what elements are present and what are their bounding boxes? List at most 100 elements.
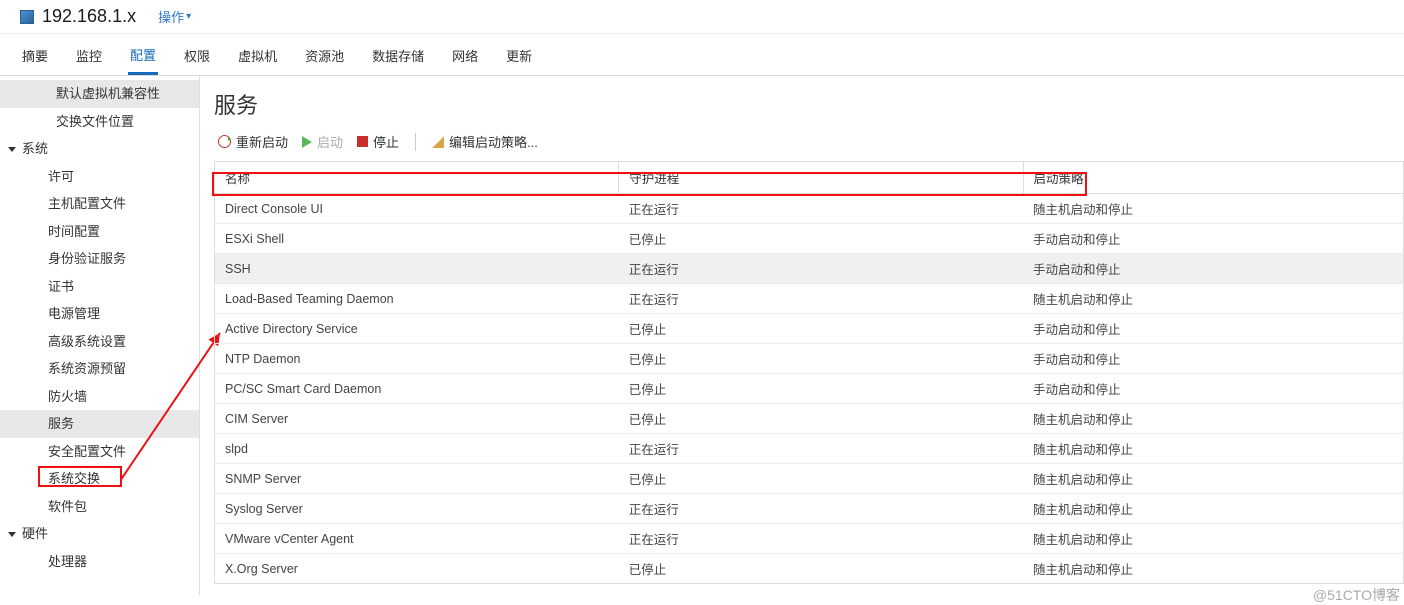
table-cell: 手动启动和停止: [1023, 374, 1404, 404]
table-row[interactable]: SNMP Server已停止随主机启动和停止: [215, 464, 1404, 494]
sidebar-item-防火墙[interactable]: 防火墙: [0, 383, 199, 411]
table-cell: 正在运行: [619, 494, 1023, 524]
table-row[interactable]: ESXi Shell已停止手动启动和停止: [215, 224, 1404, 254]
host-name: 192.168.1.x: [42, 6, 136, 27]
sidebar-item-软件包[interactable]: 软件包: [0, 493, 199, 521]
sidebar-item-服务[interactable]: 服务: [0, 410, 199, 438]
sidebar-item-系统交换[interactable]: 系统交换: [0, 465, 199, 493]
edit-policy-button[interactable]: 编辑启动策略...: [428, 132, 542, 151]
table-row[interactable]: Direct Console UI正在运行随主机启动和停止: [215, 194, 1404, 224]
table-row[interactable]: Active Directory Service已停止手动启动和停止: [215, 314, 1404, 344]
tab-配置[interactable]: 配置: [128, 34, 158, 75]
restart-icon: [218, 135, 231, 148]
table-cell: Syslog Server: [215, 494, 619, 524]
actions-label: 操作: [158, 7, 184, 26]
column-header[interactable]: 名称: [215, 162, 619, 194]
toolbar: 重新启动 启动 停止 编辑启动策略...: [214, 130, 1404, 159]
tab-监控[interactable]: 监控: [74, 35, 104, 75]
sidebar-item-系统资源预留[interactable]: 系统资源预留: [0, 355, 199, 383]
sidebar-item-处理器[interactable]: 处理器: [0, 548, 199, 576]
stop-label: 停止: [373, 132, 399, 151]
sidebar-item-证书[interactable]: 证书: [0, 273, 199, 301]
sidebar-item-身份验证服务[interactable]: 身份验证服务: [0, 245, 199, 273]
table-cell: Active Directory Service: [215, 314, 619, 344]
table-cell: 正在运行: [619, 254, 1023, 284]
table-row[interactable]: CIM Server已停止随主机启动和停止: [215, 404, 1404, 434]
tab-虚拟机[interactable]: 虚拟机: [236, 35, 279, 75]
page-title: 服务: [214, 88, 1404, 120]
tab-网络[interactable]: 网络: [450, 35, 480, 75]
table-row[interactable]: VMware vCenter Agent正在运行随主机启动和停止: [215, 524, 1404, 554]
table-cell: 随主机启动和停止: [1023, 524, 1404, 554]
sidebar-item-电源管理[interactable]: 电源管理: [0, 300, 199, 328]
table-cell: 随主机启动和停止: [1023, 284, 1404, 314]
table-cell: 已停止: [619, 374, 1023, 404]
sidebar-item-硬件[interactable]: 硬件: [0, 520, 199, 548]
table-cell: 手动启动和停止: [1023, 254, 1404, 284]
column-header[interactable]: 守护进程: [619, 162, 1023, 194]
table-row[interactable]: NTP Daemon已停止手动启动和停止: [215, 344, 1404, 374]
services-table: 名称守护进程启动策略 Direct Console UI正在运行随主机启动和停止…: [214, 161, 1404, 584]
table-cell: X.Org Server: [215, 554, 619, 584]
table-cell: 正在运行: [619, 284, 1023, 314]
main-panel: 服务 重新启动 启动 停止 编辑启动策略... 名称守护进程启动策略 Direc…: [200, 76, 1404, 595]
header: 192.168.1.x 操作 ▾: [0, 0, 1404, 34]
sidebar-item-主机配置文件[interactable]: 主机配置文件: [0, 190, 199, 218]
sidebar-item-默认虚拟机兼容性[interactable]: 默认虚拟机兼容性: [0, 80, 199, 108]
table-cell: 正在运行: [619, 524, 1023, 554]
tab-摘要[interactable]: 摘要: [20, 35, 50, 75]
sidebar-item-高级系统设置[interactable]: 高级系统设置: [0, 328, 199, 356]
table-row[interactable]: SSH正在运行手动启动和停止: [215, 254, 1404, 284]
table-cell: 手动启动和停止: [1023, 314, 1404, 344]
sidebar-item-许可[interactable]: 许可: [0, 163, 199, 191]
start-label: 启动: [317, 132, 343, 151]
tab-bar: 摘要监控配置权限虚拟机资源池数据存储网络更新: [0, 34, 1404, 76]
table-cell: 已停止: [619, 314, 1023, 344]
stop-icon: [357, 136, 368, 147]
table-cell: 已停止: [619, 344, 1023, 374]
restart-button[interactable]: 重新启动: [214, 132, 292, 151]
table-cell: 随主机启动和停止: [1023, 554, 1404, 584]
tab-数据存储[interactable]: 数据存储: [370, 35, 426, 75]
table-cell: SSH: [215, 254, 619, 284]
sidebar-item-系统[interactable]: 系统: [0, 135, 199, 163]
table-row[interactable]: Syslog Server正在运行随主机启动和停止: [215, 494, 1404, 524]
stop-button[interactable]: 停止: [353, 132, 403, 151]
column-header[interactable]: 启动策略: [1023, 162, 1404, 194]
table-cell: 随主机启动和停止: [1023, 494, 1404, 524]
sidebar-item-时间配置[interactable]: 时间配置: [0, 218, 199, 246]
table-cell: 正在运行: [619, 434, 1023, 464]
table-cell: NTP Daemon: [215, 344, 619, 374]
chevron-down-icon: ▾: [186, 11, 191, 22]
play-icon: [302, 136, 312, 148]
tab-更新[interactable]: 更新: [504, 35, 534, 75]
table-row[interactable]: Load-Based Teaming Daemon正在运行随主机启动和停止: [215, 284, 1404, 314]
tab-权限[interactable]: 权限: [182, 35, 212, 75]
sidebar-item-安全配置文件[interactable]: 安全配置文件: [0, 438, 199, 466]
table-cell: CIM Server: [215, 404, 619, 434]
table-cell: ESXi Shell: [215, 224, 619, 254]
actions-menu[interactable]: 操作 ▾: [158, 7, 191, 26]
host-icon: [20, 10, 34, 24]
tab-资源池[interactable]: 资源池: [303, 35, 346, 75]
sidebar-item-交换文件位置[interactable]: 交换文件位置: [0, 108, 199, 136]
table-cell: 随主机启动和停止: [1023, 194, 1404, 224]
table-cell: 手动启动和停止: [1023, 224, 1404, 254]
table-row[interactable]: slpd正在运行随主机启动和停止: [215, 434, 1404, 464]
table-cell: 已停止: [619, 464, 1023, 494]
table-row[interactable]: PC/SC Smart Card Daemon已停止手动启动和停止: [215, 374, 1404, 404]
table-cell: 正在运行: [619, 194, 1023, 224]
table-cell: 已停止: [619, 554, 1023, 584]
table-cell: 已停止: [619, 404, 1023, 434]
table-cell: Direct Console UI: [215, 194, 619, 224]
pencil-icon: [432, 136, 444, 148]
start-button[interactable]: 启动: [298, 132, 347, 151]
table-cell: 手动启动和停止: [1023, 344, 1404, 374]
watermark: @51CTO博客: [1313, 585, 1400, 605]
toolbar-separator: [415, 133, 416, 151]
table-cell: 随主机启动和停止: [1023, 464, 1404, 494]
table-cell: SNMP Server: [215, 464, 619, 494]
sidebar: 默认虚拟机兼容性交换文件位置系统许可主机配置文件时间配置身份验证服务证书电源管理…: [0, 76, 200, 595]
table-row[interactable]: X.Org Server已停止随主机启动和停止: [215, 554, 1404, 584]
table-cell: Load-Based Teaming Daemon: [215, 284, 619, 314]
